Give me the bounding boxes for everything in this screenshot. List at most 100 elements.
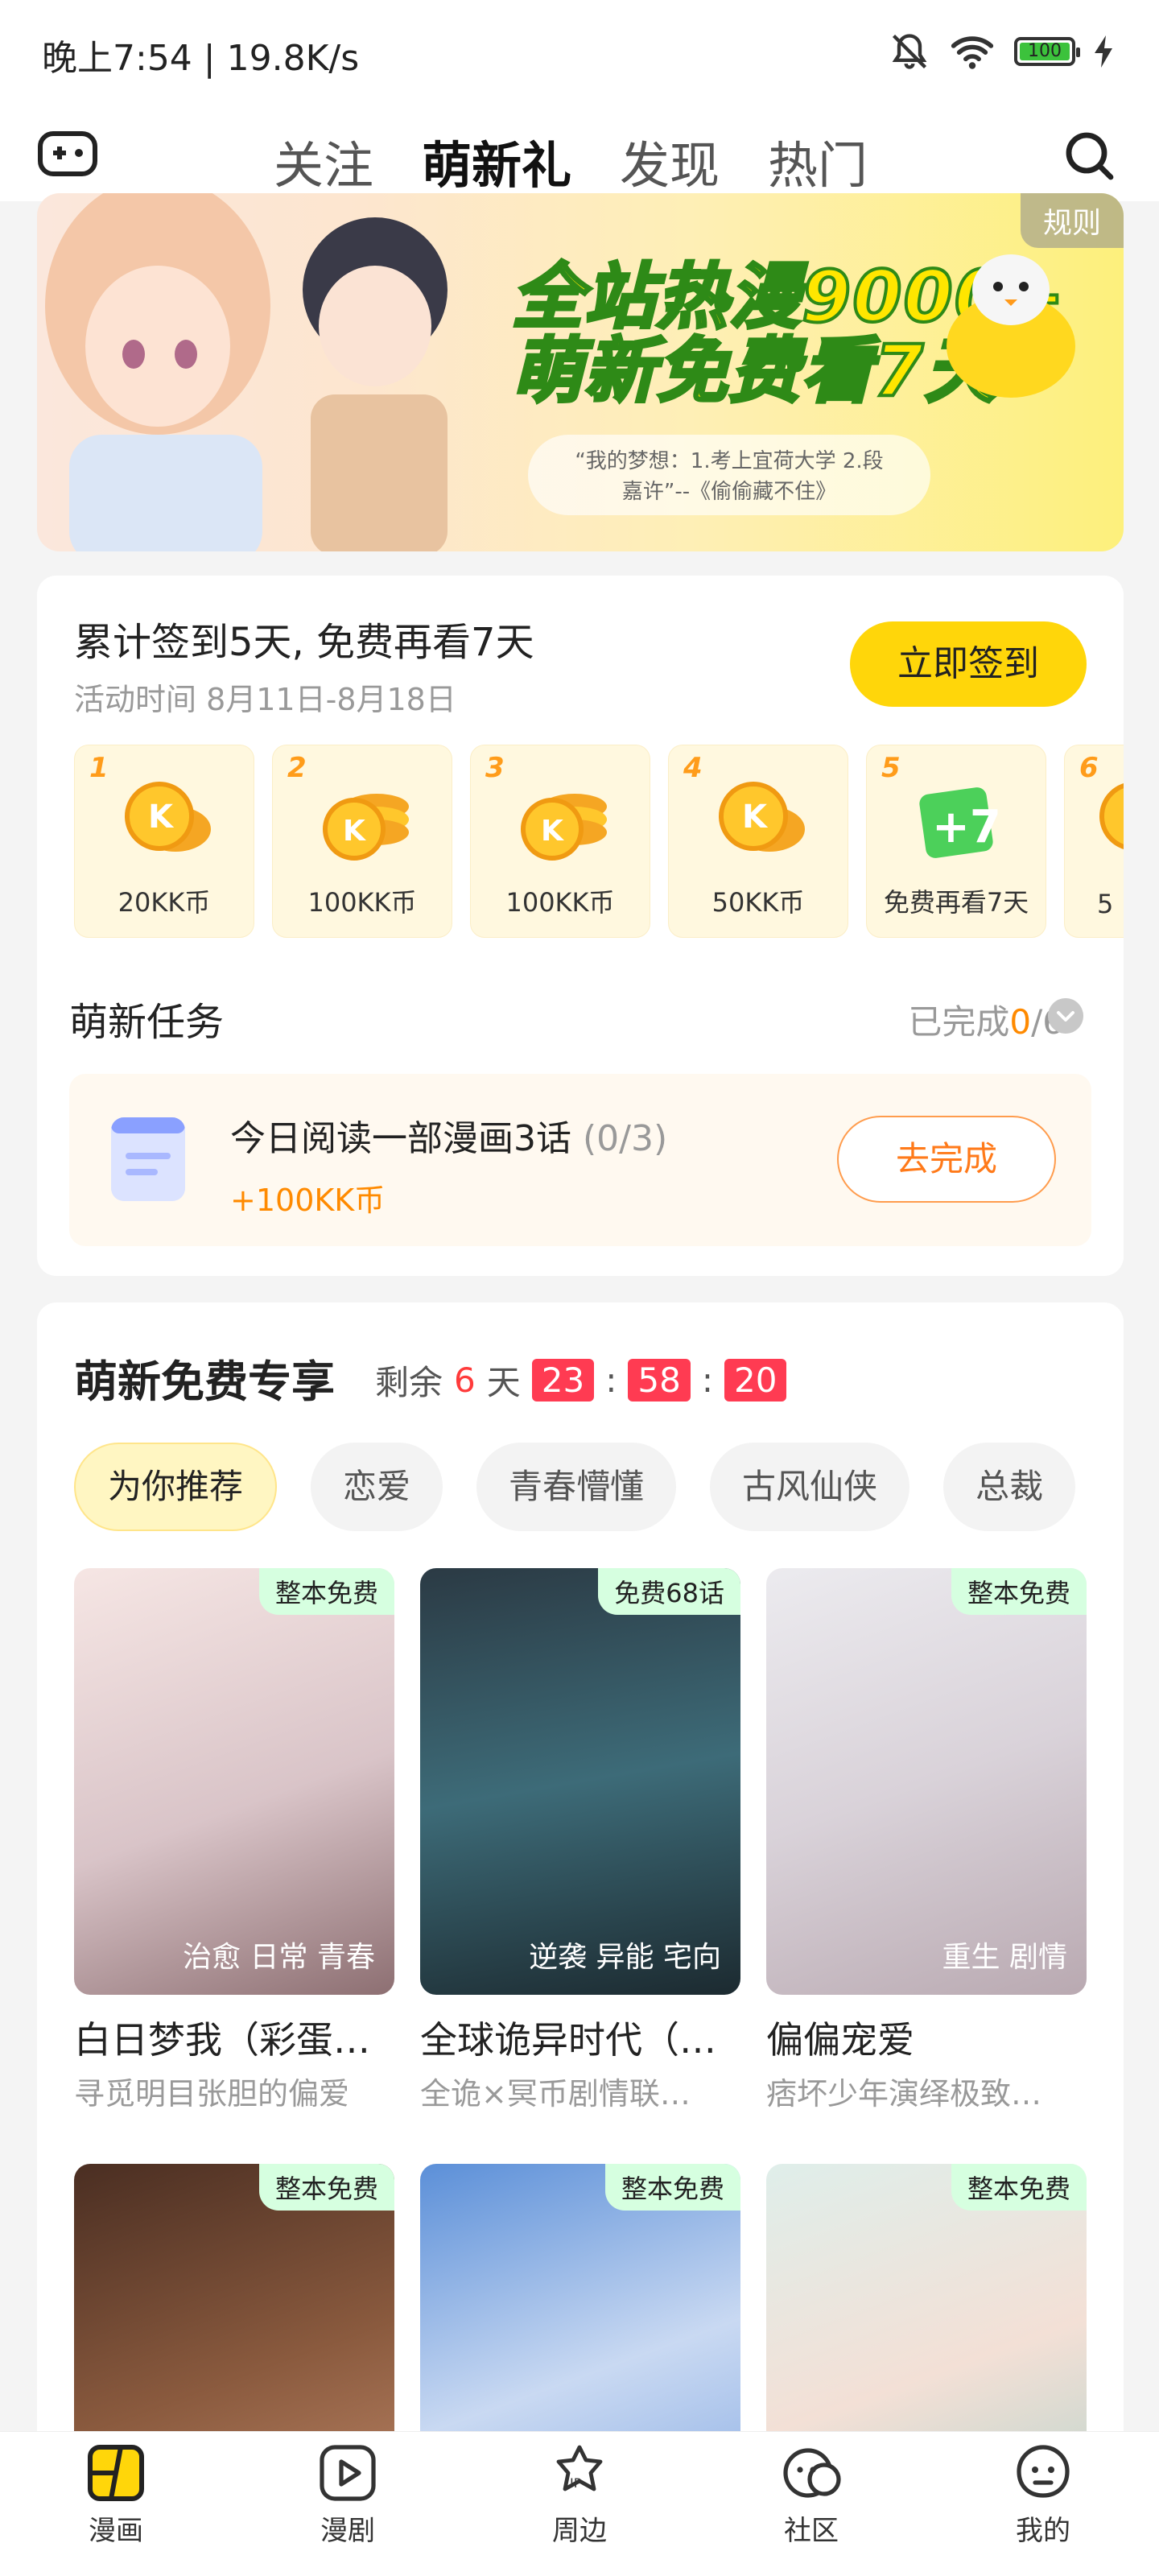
day-number: 5	[881, 752, 901, 784]
countdown-seconds: 20	[724, 1359, 787, 1402]
checkin-days: 1 K 20KK币 2 K 100KK币 3 K 100KK币 4 K 50KK…	[74, 745, 1124, 938]
banner-subheadline: 萌新免费看7天	[510, 328, 998, 414]
kk-coin-stack-icon: K	[323, 794, 409, 861]
checkin-day-1[interactable]: 1 K 20KK币	[74, 745, 254, 938]
comic-card[interactable]: 整本免费 重生 剧情 偏偏宠爱 痞坏少年演绎极致…	[766, 1568, 1087, 2113]
nav-drama[interactable]: 漫剧	[283, 2442, 412, 2548]
day-number: 4	[683, 752, 703, 784]
day-reward: 100KK币	[505, 887, 615, 918]
banner-quote[interactable]: “我的梦想：1.考上宜荷大学 2.段 嘉许”--《偷偷藏不住》	[528, 435, 930, 515]
comic-title[interactable]: 白日梦我（彩蛋…	[74, 2011, 394, 2064]
day-number: 1	[89, 752, 109, 784]
battery-level: 100	[1020, 43, 1070, 60]
day-number: 3	[485, 752, 505, 784]
nav-profile[interactable]: 我的	[979, 2442, 1107, 2548]
kk-coin-icon	[1099, 783, 1124, 849]
checkin-day-2[interactable]: 2 K 100KK币	[272, 745, 452, 938]
checkin-day-5[interactable]: 5 +7 免费再看7天	[866, 745, 1046, 938]
comic-cover[interactable]: 整本免费 治愈 日常 青春	[74, 1568, 394, 1995]
nav-merch[interactable]: IP 周边	[515, 2442, 644, 2548]
comic-badge: 整本免费	[258, 2164, 394, 2211]
kk-coin-icon: K	[125, 782, 211, 852]
comic-badge: 整本免费	[951, 1568, 1087, 1615]
checkin-day-3[interactable]: 3 K 100KK币	[470, 745, 650, 938]
task-description: 今日阅读一部漫画3话	[230, 1118, 571, 1159]
comic-title[interactable]: 全球诡异时代（…	[420, 2011, 740, 2064]
free-section-title: 萌新免费专享	[74, 1356, 335, 1407]
battery-icon: 100	[1014, 37, 1080, 66]
progress-done: 0	[1009, 1002, 1032, 1042]
progress-prefix: 已完成	[908, 1002, 1010, 1042]
task-go-button[interactable]: 去完成	[837, 1116, 1056, 1203]
play-icon	[320, 2445, 376, 2501]
category-recommended[interactable]: 为你推荐	[74, 1443, 278, 1531]
category-fantasy[interactable]: 古风仙侠	[710, 1443, 910, 1531]
profile-icon	[1017, 2445, 1070, 2498]
comic-desc: 痞坏少年演绎极致…	[766, 2076, 1042, 2112]
comic-badge: 整本免费	[258, 1568, 394, 1615]
svg-text:IP: IP	[570, 2475, 582, 2491]
svg-text:K: K	[742, 799, 769, 836]
promo-banner[interactable]: 规则 全站热漫9000+ 萌新免费看7天 “我的梦想：1.考上宜荷大学 2.段 …	[37, 193, 1124, 551]
status-time: 晚上7:54 | 19.8K/s	[42, 38, 360, 79]
comic-desc: 寻觅明目张胆的偏爱	[74, 2076, 350, 2112]
nav-comics[interactable]: 漫画	[52, 2442, 180, 2548]
nav-label: 漫剧	[320, 2515, 375, 2547]
comic-tags: 重生 剧情	[942, 1941, 1067, 1974]
search-icon[interactable]	[1064, 130, 1116, 182]
bell-muted-icon	[892, 34, 927, 69]
category-ceo[interactable]: 总裁	[943, 1443, 1076, 1531]
comics-icon	[88, 2445, 144, 2501]
gamepad-icon[interactable]	[37, 127, 98, 180]
comic-cover[interactable]: 整本免费 重生 剧情	[766, 1568, 1087, 1995]
countdown: 剩余 6 天 23: 58: 20	[375, 1356, 787, 1405]
nav-label: 我的	[1016, 2515, 1070, 2547]
category-romance[interactable]: 恋爱	[311, 1443, 443, 1531]
day-reward: 5	[1097, 889, 1114, 919]
day-reward: 免费再看7天	[883, 887, 1029, 918]
countdown-hours: 23	[531, 1359, 595, 1402]
svg-text:K: K	[148, 799, 175, 836]
checkin-period: 活动时间 8月11日-8月18日	[74, 682, 456, 717]
comic-tags: 治愈 日常 青春	[183, 1941, 375, 1974]
ip-merch-icon: IP	[556, 2445, 603, 2491]
day-number: 2	[287, 752, 307, 784]
task-count: (0/3)	[583, 1118, 668, 1159]
checkin-button[interactable]: 立即签到	[850, 621, 1087, 707]
day-reward: 100KK币	[307, 887, 417, 918]
comic-cover[interactable]: 免费68话 逆袭 异能 宅向	[420, 1568, 740, 1995]
nav-label: 漫画	[89, 2515, 143, 2547]
tab-newbie-gift[interactable]: 萌新礼	[422, 125, 571, 220]
category-filter: 为你推荐 恋爱 青春懵懂 古风仙侠 总裁	[74, 1443, 1076, 1531]
comic-card[interactable]: 整本免费 治愈 日常 青春 白日梦我（彩蛋… 寻觅明目张胆的偏爱	[74, 1568, 394, 2113]
checkin-title: 累计签到5天, 免费再看7天	[74, 620, 534, 665]
checkin-day-6[interactable]: 6 5	[1064, 745, 1124, 938]
nav-label: 周边	[552, 2515, 607, 2547]
tab-following[interactable]: 关注	[274, 125, 373, 197]
tab-popular[interactable]: 热门	[768, 125, 868, 197]
comic-badge: 整本免费	[951, 2164, 1087, 2211]
comic-card[interactable]: 免费68话 逆袭 异能 宅向 全球诡异时代（… 全诡×冥币剧情联…	[420, 1568, 740, 2113]
free-7-days-icon: +7	[919, 787, 1001, 858]
charging-icon	[1095, 35, 1112, 68]
days-unit: 天	[486, 1363, 521, 1402]
chevron-down-icon[interactable]	[1048, 998, 1083, 1034]
remaining-label: 剩余	[375, 1363, 443, 1402]
nav-community[interactable]: 社区	[747, 2442, 876, 2548]
banner-illustration	[45, 193, 448, 551]
tab-discover[interactable]: 发现	[620, 125, 720, 197]
comic-title[interactable]: 偏偏宠爱	[766, 2011, 1087, 2064]
nav-label: 社区	[784, 2515, 839, 2547]
comic-badge: 整本免费	[604, 2164, 740, 2211]
tab-bar: 关注 萌新礼 发现 热门	[274, 125, 868, 220]
svg-text:K: K	[343, 815, 366, 848]
category-youth[interactable]: 青春懵懂	[476, 1443, 677, 1531]
quote-line-2: 嘉许”--《偷偷藏不住》	[621, 480, 837, 504]
svg-text:K: K	[541, 815, 564, 848]
countdown-minutes: 58	[628, 1359, 691, 1402]
wifi-icon	[951, 36, 994, 69]
chick-mascot-icon	[947, 254, 1075, 398]
remaining-days: 6	[454, 1360, 476, 1400]
checkin-day-4[interactable]: 4 K 50KK币	[668, 745, 848, 938]
tasks-progress[interactable]: 已完成0/6	[908, 995, 1064, 1044]
